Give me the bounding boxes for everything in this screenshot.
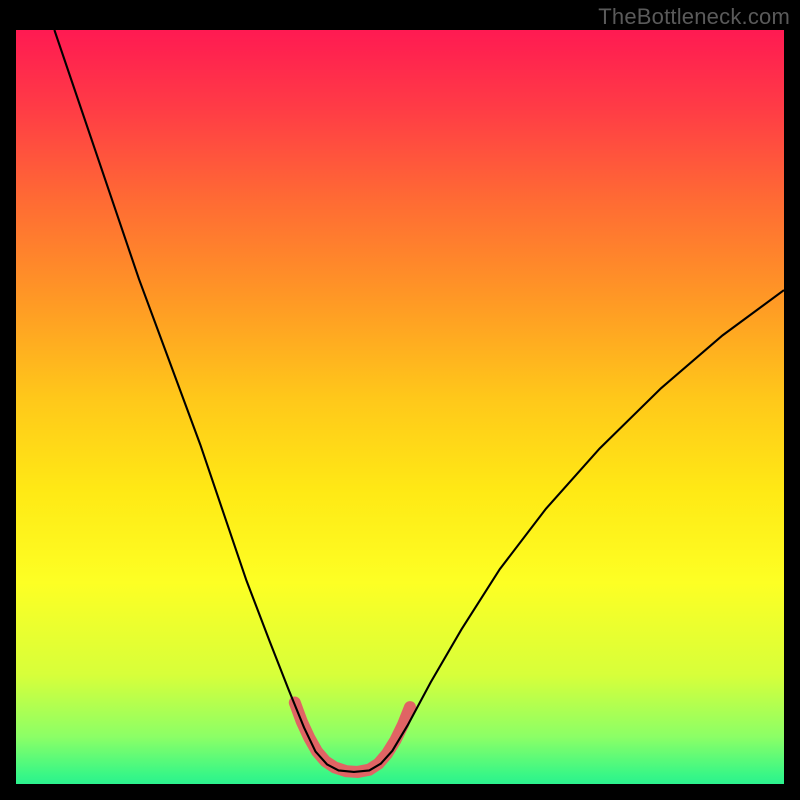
chart-frame: TheBottleneck.com: [0, 0, 800, 800]
plot-area: [16, 30, 784, 784]
highlight-band-path: [295, 703, 410, 772]
watermark-text: TheBottleneck.com: [598, 4, 790, 30]
curve-layer: [16, 30, 784, 784]
bottleneck-curve-path: [54, 30, 784, 772]
